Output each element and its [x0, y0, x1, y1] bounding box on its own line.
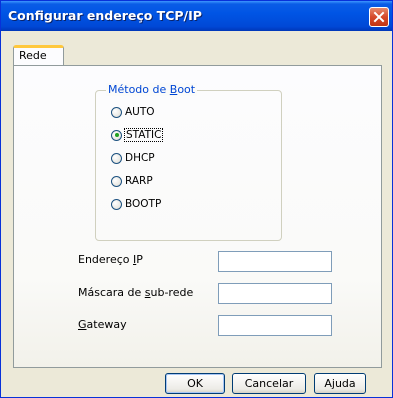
radio-bootp[interactable]: BOOTP	[111, 198, 161, 210]
dialog-body: Rede Método de Boot AUTO STATIC DHCP RAR…	[5, 31, 388, 394]
ok-button[interactable]: OK	[165, 373, 225, 394]
radio-button[interactable]	[111, 152, 122, 164]
boot-method-group: Método de Boot AUTO STATIC DHCP RARP BOO…	[95, 83, 282, 241]
close-button[interactable]	[369, 7, 389, 27]
title-bar[interactable]: Configurar endereço TCP/IP	[1, 1, 392, 31]
cancel-button[interactable]: Cancelar	[232, 373, 306, 394]
radio-label: AUTO	[125, 106, 155, 118]
radio-rarp[interactable]: RARP	[111, 175, 153, 187]
close-icon	[373, 11, 385, 23]
radio-static[interactable]: STATIC	[111, 128, 164, 142]
gateway-label: Gateway	[78, 318, 127, 331]
radio-button[interactable]	[111, 175, 122, 187]
window-title: Configurar endereço TCP/IP	[8, 8, 202, 23]
radio-button[interactable]	[111, 198, 122, 210]
ip-address-label: Endereço IP	[78, 253, 143, 266]
radio-button-selected[interactable]	[111, 129, 122, 141]
tab-rede[interactable]: Rede	[13, 45, 64, 66]
radio-auto[interactable]: AUTO	[111, 106, 155, 118]
radio-label: DHCP	[125, 152, 155, 164]
radio-label: BOOTP	[125, 198, 162, 210]
tab-label: Rede	[19, 49, 47, 62]
gateway-input[interactable]	[218, 315, 332, 336]
radio-label: RARP	[125, 175, 153, 187]
tab-panel-rede: Método de Boot AUTO STATIC DHCP RARP BOO…	[13, 65, 382, 368]
subnet-mask-input[interactable]	[218, 283, 332, 304]
radio-button[interactable]	[111, 106, 122, 118]
help-button[interactable]: Ajuda	[314, 373, 366, 394]
ip-address-input[interactable]	[218, 251, 332, 272]
subnet-mask-label: Máscara de sub-rede	[78, 286, 194, 299]
radio-label: STATIC	[123, 128, 164, 142]
radio-dhcp[interactable]: DHCP	[111, 152, 155, 164]
tcpip-dialog: Configurar endereço TCP/IP Rede Método d…	[0, 0, 393, 398]
boot-method-legend: Método de Boot	[106, 83, 198, 96]
